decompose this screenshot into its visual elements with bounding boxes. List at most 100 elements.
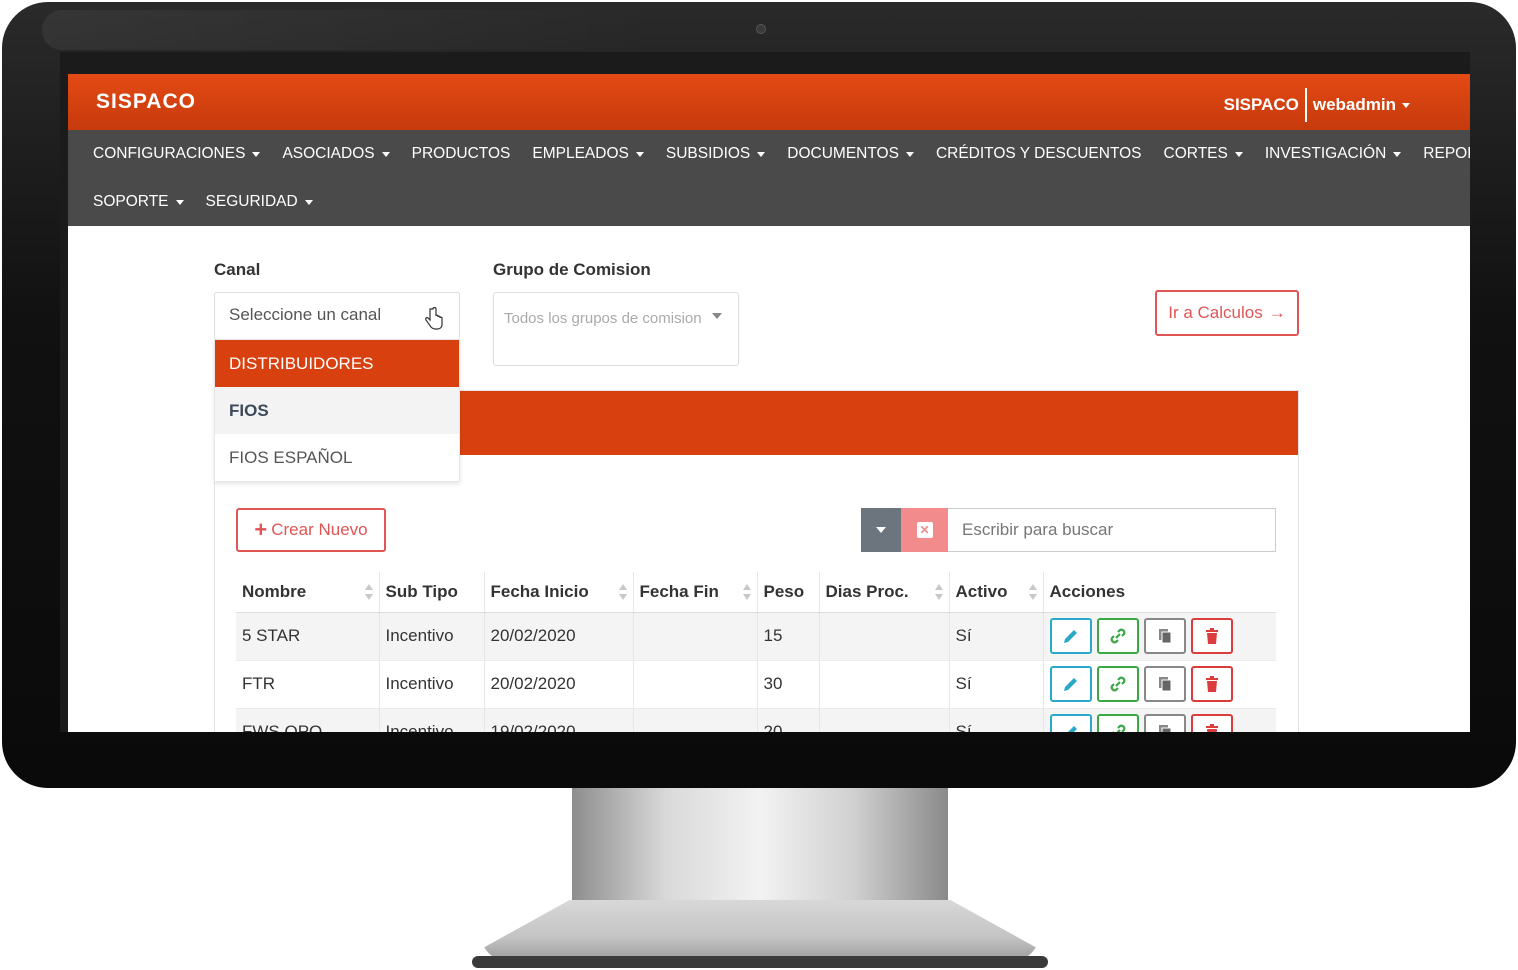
col-header-fecha-fin[interactable]: Fecha Fin	[633, 572, 758, 613]
chevron-down-icon	[1234, 151, 1243, 157]
edit-button[interactable]	[1049, 618, 1092, 654]
header-label: Sub Tipo	[385, 581, 458, 601]
nav-empleados[interactable]: EMPLEADOS	[521, 145, 654, 163]
header-label: Peso	[763, 581, 805, 601]
canal-label: Canal	[214, 260, 261, 279]
chevron-down-icon	[381, 151, 390, 157]
edit-button[interactable]	[1049, 666, 1092, 702]
cell-fecha-inicio: 19/02/2020	[484, 708, 634, 732]
search-clear-button[interactable]: ✕	[901, 508, 948, 552]
pencil-icon	[1067, 726, 1077, 732]
header-label: Fecha Inicio	[490, 581, 589, 601]
nav-row-1: CONFIGURACIONES ASOCIADOS PRODUCTOS EMPL…	[82, 130, 1470, 178]
nav-seguridad[interactable]: SEGURIDAD	[195, 193, 324, 211]
copy-icon	[1158, 629, 1171, 644]
user-menu[interactable]: SISPACO webadmin	[1224, 88, 1410, 122]
nav-cortes[interactable]: CORTES	[1153, 145, 1254, 163]
canal-option-fios[interactable]: FIOS	[215, 387, 459, 434]
link-button[interactable]	[1096, 714, 1139, 732]
plus-icon: +	[254, 517, 268, 542]
sort-icon	[934, 584, 943, 600]
col-header-peso[interactable]: Peso	[757, 572, 820, 613]
link-icon	[1110, 628, 1125, 644]
nav-creditos-descuentos[interactable]: CRÉDITOS Y DESCUENTOS	[925, 145, 1153, 163]
delete-button[interactable]	[1190, 666, 1233, 702]
col-header-activo[interactable]: Activo	[949, 572, 1044, 613]
ir-a-calculos-button[interactable]: Ir a Calculos →	[1155, 290, 1299, 336]
grupo-select-placeholder: Todos los grupos de comision	[504, 310, 702, 327]
nav-asociados[interactable]: ASOCIADOS	[271, 145, 400, 163]
delete-button[interactable]	[1190, 714, 1233, 732]
canal-dropdown: DISTRIBUIDORES FIOS FIOS ESPAÑOL	[214, 339, 460, 482]
col-header-nombre[interactable]: Nombre	[236, 572, 380, 613]
chevron-down-icon	[1393, 151, 1402, 157]
nav-label: REPORTES	[1423, 145, 1470, 162]
chevron-down-icon	[757, 151, 766, 157]
col-header-fecha-inicio[interactable]: Fecha Inicio	[484, 572, 634, 613]
canal-select-value: Seleccione un canal	[229, 305, 382, 324]
camera-icon	[756, 24, 766, 34]
nav-label: SOPORTE	[93, 193, 169, 210]
canal-option-fios-espanol[interactable]: FIOS ESPAÑOL	[215, 434, 459, 481]
link-button[interactable]	[1096, 666, 1139, 702]
col-header-sub-tipo[interactable]: Sub Tipo	[379, 572, 485, 613]
header-label: Nombre	[242, 581, 307, 601]
table-row: FTR Incentivo 20/02/2020 30 Sí	[236, 660, 1276, 709]
nav-label: SEGURIDAD	[205, 193, 298, 210]
cell-nombre: 5 STAR	[236, 612, 380, 661]
cell-fecha-fin	[633, 612, 758, 661]
cell-fecha-inicio: 20/02/2020	[484, 612, 634, 661]
cell-dias-proc	[819, 660, 950, 709]
cell-nombre: FTR	[236, 660, 380, 709]
copy-button[interactable]	[1143, 714, 1186, 732]
chevron-down-icon	[635, 151, 644, 157]
edit-button[interactable]	[1049, 714, 1092, 732]
cell-fecha-fin	[633, 708, 758, 732]
nav-label: EMPLEADOS	[532, 145, 629, 162]
cell-peso: 30	[757, 660, 820, 709]
cell-activo: Sí	[949, 660, 1044, 709]
monitor-screen: SISPACO SISPACO webadmin CONFIGURACIONES…	[60, 52, 1470, 732]
search-filter-dropdown[interactable]	[861, 508, 901, 552]
copy-button[interactable]	[1143, 666, 1186, 702]
chevron-down-icon	[1402, 102, 1410, 108]
nav-reportes[interactable]: REPORTES	[1412, 145, 1470, 163]
search-input[interactable]: Escribir para buscar	[948, 508, 1276, 552]
chevron-down-icon	[876, 527, 886, 533]
nav-subsidios[interactable]: SUBSIDIOS	[655, 145, 776, 163]
delete-button[interactable]	[1190, 618, 1233, 654]
copy-button[interactable]	[1143, 618, 1186, 654]
chevron-down-icon	[905, 151, 914, 157]
link-button[interactable]	[1096, 618, 1139, 654]
grupo-select[interactable]: Todos los grupos de comision	[493, 292, 739, 366]
cell-activo: Sí	[949, 612, 1044, 661]
nav-soporte[interactable]: SOPORTE	[82, 193, 195, 211]
table-row: FWS QPO Incentivo 19/02/2020 20 Sí	[236, 708, 1276, 732]
nav-label: INVESTIGACIÓN	[1264, 145, 1387, 162]
brand-logo[interactable]: SISPACO	[96, 90, 196, 114]
nav-row-2: SOPORTE SEGURIDAD	[82, 178, 1456, 226]
col-header-dias-proc[interactable]: Dias Proc.	[819, 572, 950, 613]
cell-fecha-inicio: 20/02/2020	[484, 660, 634, 709]
pencil-icon	[1063, 630, 1077, 643]
nav-productos[interactable]: PRODUCTOS	[401, 145, 522, 163]
canal-option-distribuidores[interactable]: DISTRIBUIDORES	[215, 340, 459, 387]
cell-dias-proc	[819, 708, 950, 732]
top-bar: SISPACO SISPACO webadmin	[68, 74, 1470, 130]
grupo-label: Grupo de Comision	[493, 260, 651, 279]
nav-configuraciones[interactable]: CONFIGURACIONES	[82, 145, 271, 163]
user-brand: SISPACO	[1223, 95, 1299, 114]
canal-select[interactable]: Seleccione un canal	[214, 292, 460, 340]
close-icon: ✕	[916, 522, 933, 538]
link-icon	[1110, 676, 1125, 692]
cell-peso: 20	[757, 708, 820, 732]
nav-investigacion[interactable]: INVESTIGACIÓN	[1254, 145, 1412, 163]
chevron-down-icon	[175, 199, 184, 205]
main-content: Canal Grupo de Comision Seleccione un ca…	[68, 226, 1470, 732]
crear-nuevo-button[interactable]: + Crear Nuevo	[236, 508, 386, 552]
copy-icon	[1158, 677, 1171, 692]
nav-documentos[interactable]: DOCUMENTOS	[776, 145, 925, 163]
header-label: Dias Proc.	[825, 581, 909, 601]
cell-sub-tipo: Incentivo	[379, 708, 485, 732]
nav-label: ASOCIADOS	[282, 145, 375, 162]
